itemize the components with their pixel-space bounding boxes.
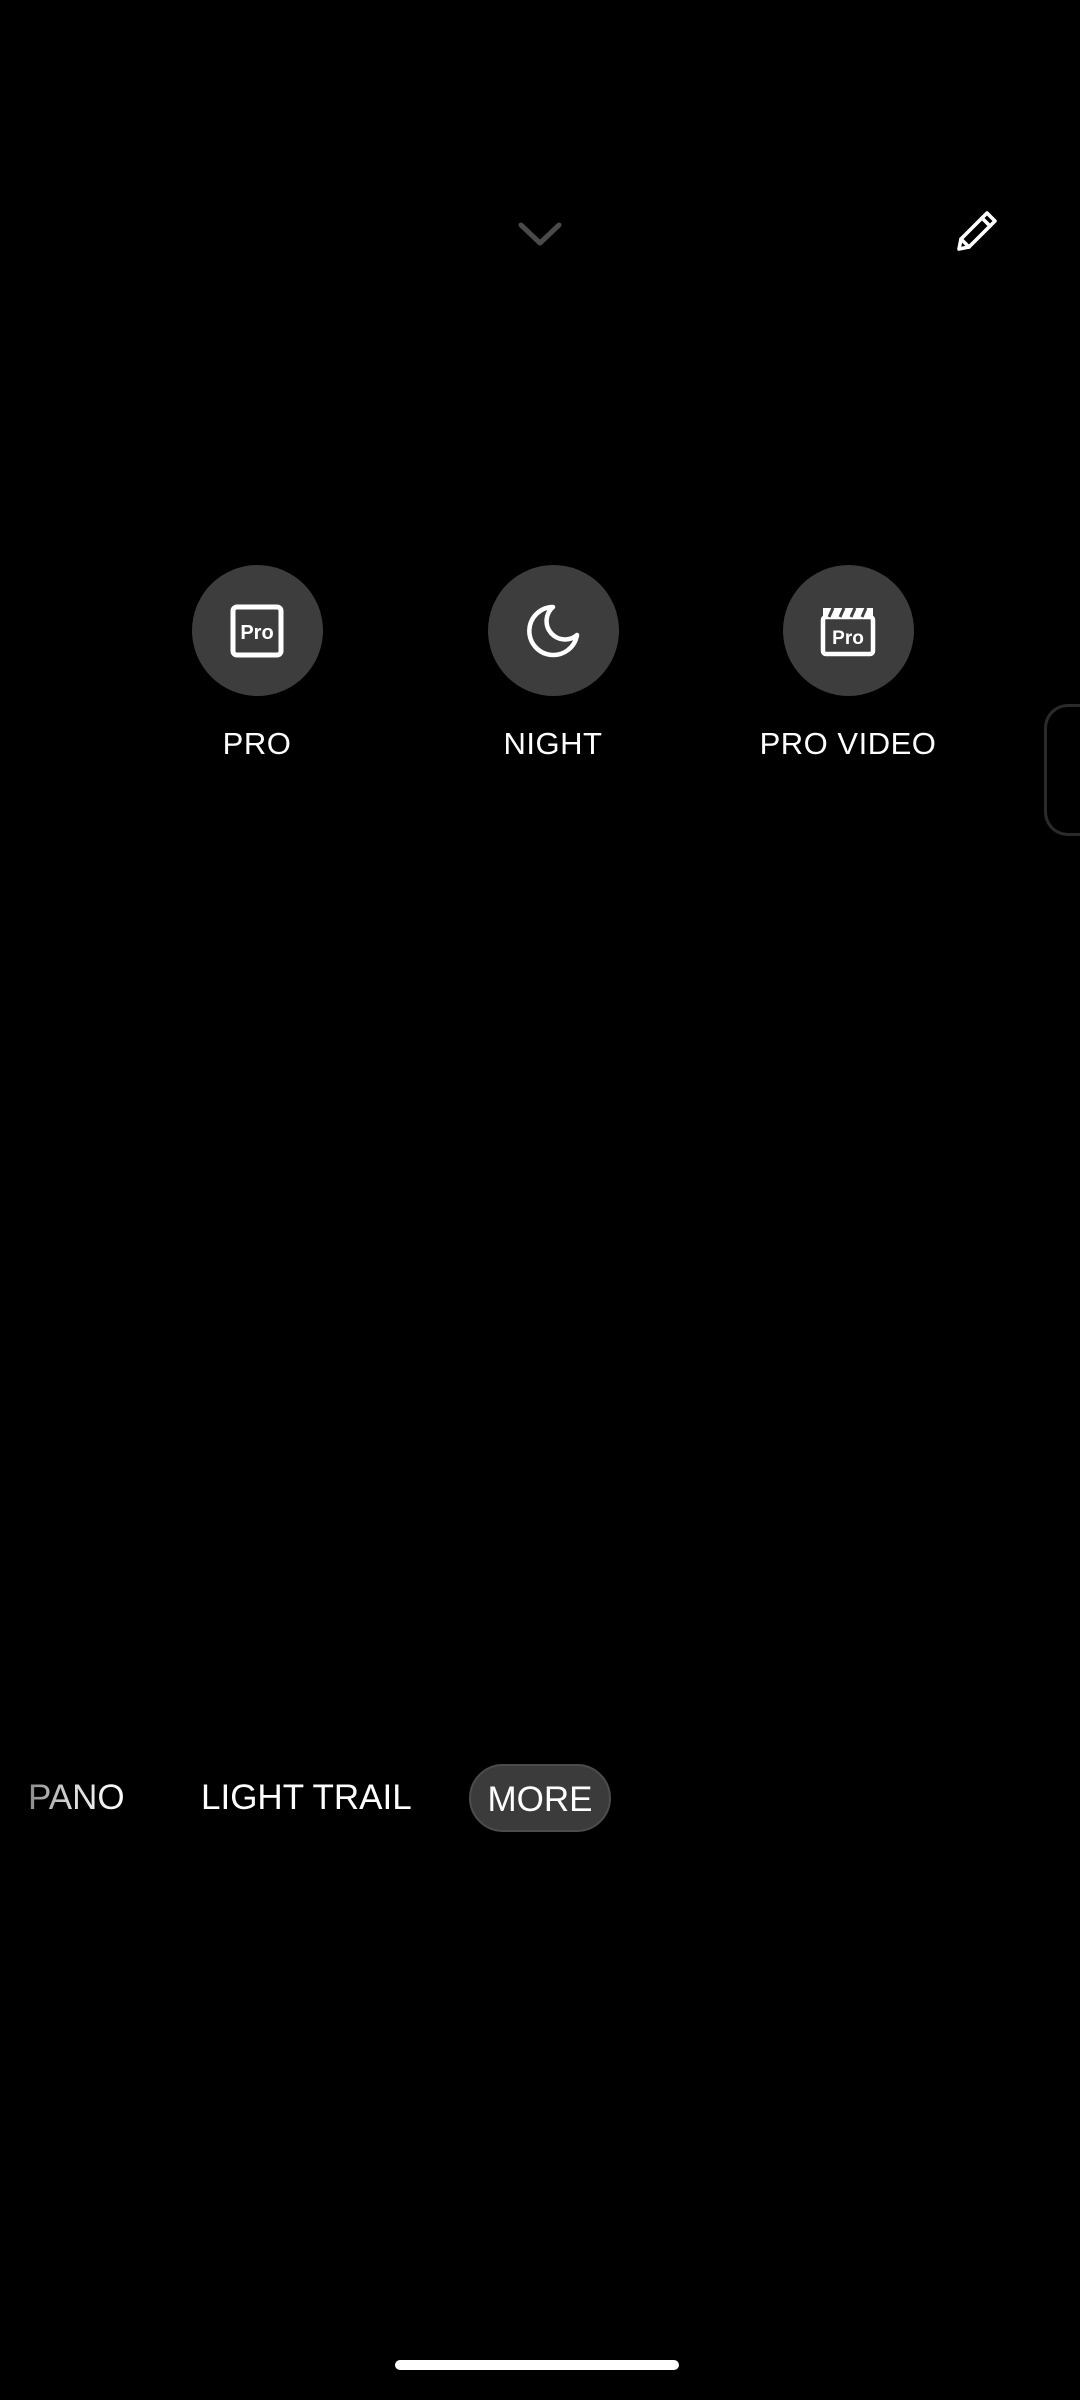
mode-pro-circle[interactable]: Pro: [191, 565, 323, 696]
collapse-button[interactable]: [508, 206, 572, 262]
pencil-icon: [957, 211, 997, 251]
pro-video-icon: Pro: [820, 606, 876, 656]
mode-pro[interactable]: Pro PRO: [127, 565, 387, 762]
moon-icon: [527, 604, 580, 657]
mode-pro-video-circle[interactable]: Pro: [782, 565, 914, 696]
mode-strip-pano[interactable]: PANO: [28, 1764, 125, 1832]
edge-panel-handle[interactable]: [1044, 704, 1080, 836]
chevron-down-icon: [518, 222, 562, 246]
svg-text:Pro: Pro: [240, 622, 273, 644]
mode-night-circle[interactable]: [487, 565, 619, 696]
pro-icon: Pro: [230, 604, 284, 657]
svg-text:Pro: Pro: [832, 628, 864, 649]
mode-pro-video[interactable]: Pro PRO VIDEO: [718, 565, 978, 762]
mode-strip-more[interactable]: MORE: [469, 1764, 611, 1832]
camera-mode-strip[interactable]: PANO LIGHT TRAIL MORE: [0, 1764, 1080, 1834]
home-indicator[interactable]: [395, 2360, 679, 2370]
mode-strip-light-trail[interactable]: LIGHT TRAIL: [201, 1764, 412, 1832]
mode-night-label: NIGHT: [503, 726, 603, 761]
mode-night[interactable]: NIGHT: [423, 565, 683, 762]
edit-modes-button[interactable]: [944, 198, 1010, 264]
mode-pro-label: PRO: [222, 726, 292, 761]
mode-pro-video-label: PRO VIDEO: [759, 726, 937, 761]
